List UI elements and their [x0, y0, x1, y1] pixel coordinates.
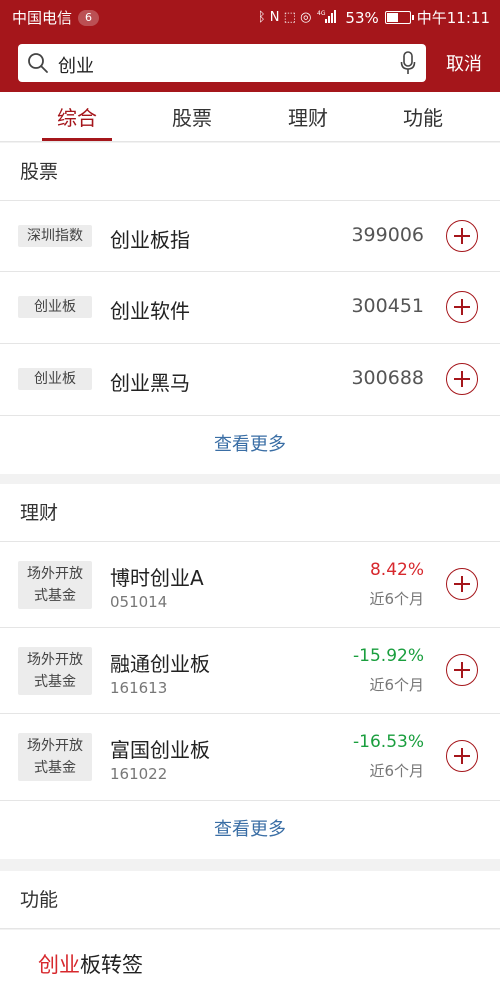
stocks-view-more-link[interactable]: 查看更多: [0, 416, 500, 474]
fund-name: 富国创业板: [110, 738, 210, 762]
add-watchlist-icon[interactable]: [446, 654, 478, 686]
clock: 中午11:11: [416, 9, 490, 27]
fund-name: 博时创业A: [110, 566, 204, 590]
fund-name: 融通创业板: [110, 652, 210, 676]
carrier-label: 中国电信: [12, 9, 73, 27]
tab-finance[interactable]: 理财: [263, 102, 353, 131]
fund-row[interactable]: 场外开放 式基金 博时创业A 051014 8.42% 近6个月: [0, 542, 500, 628]
finance-view-more-link[interactable]: 查看更多: [0, 801, 500, 859]
search-query: 创业: [58, 56, 94, 77]
return-period: 近6个月: [369, 676, 424, 694]
finance-section-title: 理财: [0, 484, 500, 542]
fund-type-tag: 场外开放 式基金: [18, 647, 92, 695]
fund-return: -15.92%: [353, 646, 424, 666]
category-tabs: 综合 股票 理财 功能: [0, 92, 500, 142]
notification-count-badge: 6: [78, 9, 100, 26]
return-period: 近6个月: [369, 762, 424, 780]
cancel-button[interactable]: 取消: [446, 50, 482, 76]
fund-code: 051014: [110, 593, 168, 611]
stock-code: 300451: [351, 295, 424, 317]
function-item[interactable]: 创业板转签: [0, 930, 500, 1000]
function-item-label: 板转签: [80, 953, 143, 977]
fund-return: 8.42%: [369, 560, 424, 580]
status-bar: 中国电信 6 ᛒ N ⬚ ◎ 4G 53% 中午11:11: [0, 0, 500, 34]
stock-code: 300688: [351, 367, 424, 389]
return-period: 近6个月: [369, 590, 424, 608]
add-watchlist-icon[interactable]: [446, 291, 478, 323]
microphone-icon[interactable]: [400, 51, 416, 75]
fund-type-tag: 场外开放 式基金: [18, 733, 92, 781]
stock-name: 创业软件: [110, 299, 190, 323]
stock-name: 创业黑马: [110, 371, 190, 395]
tab-functions[interactable]: 功能: [378, 102, 468, 131]
fund-return: -16.53%: [353, 732, 424, 752]
stock-row[interactable]: 深圳指数 创业板指 399006: [0, 201, 500, 272]
functions-section-title: 功能: [0, 871, 500, 929]
search-icon: [28, 53, 48, 73]
stocks-section-title: 股票: [0, 143, 500, 201]
fund-row[interactable]: 场外开放 式基金 富国创业板 161022 -16.53% 近6个月: [0, 714, 500, 801]
add-watchlist-icon[interactable]: [446, 363, 478, 395]
active-tab-indicator: [42, 138, 112, 141]
stock-name: 创业板指: [110, 228, 190, 252]
battery-level: [386, 13, 398, 22]
tab-all[interactable]: 综合: [32, 102, 122, 131]
stock-code: 399006: [351, 224, 424, 246]
fund-code: 161022: [110, 765, 168, 783]
fund-code: 161613: [110, 679, 168, 697]
add-watchlist-icon[interactable]: [446, 568, 478, 600]
market-tag: 深圳指数: [18, 225, 92, 247]
status-icons: ᛒ N ⬚ ◎: [257, 10, 312, 25]
fund-type-tag: 场外开放 式基金: [18, 561, 92, 609]
search-header: 创业 取消: [0, 34, 500, 92]
tab-stocks[interactable]: 股票: [147, 102, 237, 131]
stock-row[interactable]: 创业板 创业软件 300451: [0, 272, 500, 344]
battery-percent: 53%: [345, 8, 379, 27]
add-watchlist-icon[interactable]: [446, 740, 478, 772]
market-tag: 创业板: [18, 296, 92, 318]
function-item-highlight: 创业: [38, 953, 80, 977]
fund-row[interactable]: 场外开放 式基金 融通创业板 161613 -15.92% 近6个月: [0, 628, 500, 714]
battery-icon: [384, 11, 414, 24]
stock-row[interactable]: 创业板 创业黑马 300688: [0, 344, 500, 416]
network-type-label: 4G: [317, 10, 326, 17]
search-input[interactable]: 创业: [18, 44, 426, 82]
signal-icon: 4G: [317, 9, 339, 27]
market-tag: 创业板: [18, 368, 92, 390]
add-watchlist-icon[interactable]: [446, 220, 478, 252]
